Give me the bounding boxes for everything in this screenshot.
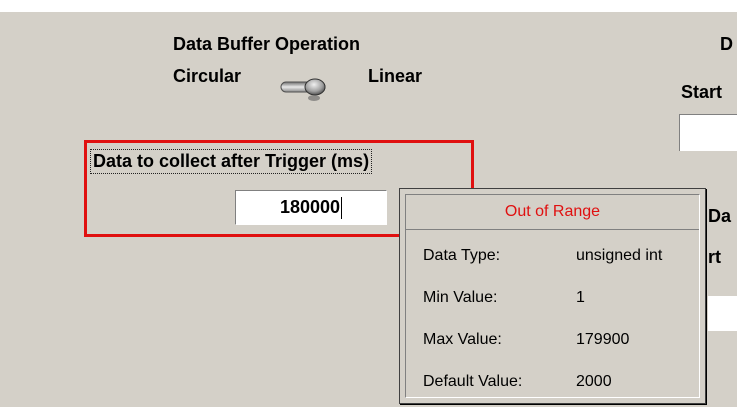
- tooltip-row-value: unsigned int: [576, 247, 663, 264]
- tooltip-row-label: Min Value:: [423, 289, 498, 306]
- tooltip-row-label: Data Type:: [423, 247, 501, 264]
- right-panel-label-fragment-2: rt: [708, 247, 721, 267]
- buffer-linear-label: Linear: [368, 66, 423, 86]
- tooltip-body: Out of Range Data Type: unsigned int Min…: [405, 194, 700, 398]
- trigger-duration-value: 180000: [279, 197, 341, 217]
- right-panel-start-input[interactable]: [679, 114, 737, 151]
- buffer-operation-title: Data Buffer Operation: [173, 34, 361, 54]
- tooltip-row-value: 2000: [576, 373, 612, 390]
- text-caret: [341, 197, 343, 220]
- right-panel-input-2[interactable]: [708, 296, 737, 331]
- tooltip-row-label: Max Value:: [423, 331, 502, 348]
- right-panel-start-label: Start: [681, 82, 723, 102]
- buffer-mode-toggle[interactable]: [277, 72, 341, 106]
- trigger-duration-label: Data to collect after Trigger (ms): [89, 149, 373, 174]
- trigger-duration-input[interactable]: 180000: [235, 190, 387, 225]
- right-panel-label-fragment: Da: [708, 206, 732, 226]
- tooltip-row-value: 1: [576, 289, 585, 306]
- tooltip-row-label: Default Value:: [423, 373, 523, 390]
- tooltip-title: Out of Range: [406, 195, 699, 230]
- buffer-circular-label: Circular: [173, 66, 242, 86]
- toggle-switch-icon: [280, 78, 326, 101]
- tooltip-row-value: 179900: [576, 331, 630, 348]
- right-panel-heading-fragment: D: [720, 34, 733, 54]
- out-of-range-tooltip: Out of Range Data Type: unsigned int Min…: [399, 188, 706, 404]
